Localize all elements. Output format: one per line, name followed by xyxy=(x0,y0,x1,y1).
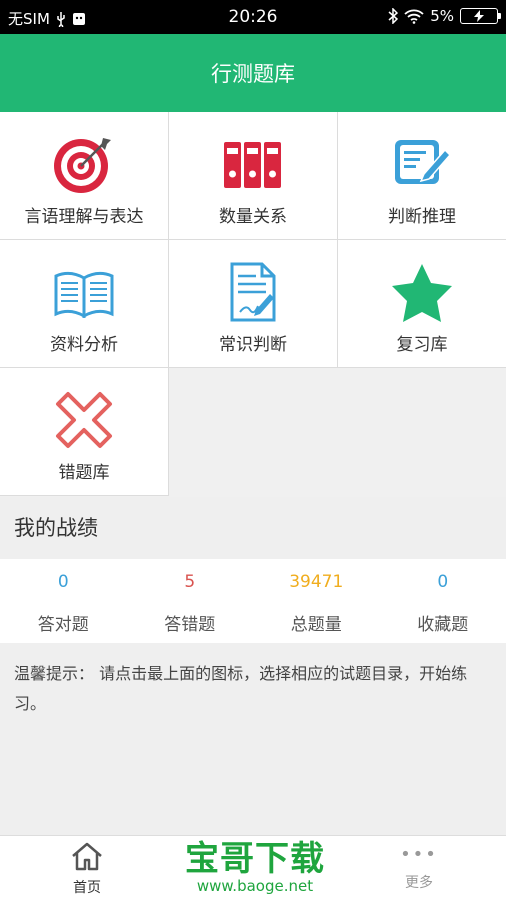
wifi-icon xyxy=(404,9,424,24)
stat-value: 39471 xyxy=(289,572,344,592)
category-changshi[interactable]: 常识判断 xyxy=(169,240,338,368)
document-pen-icon xyxy=(230,262,276,322)
status-bar: 无SIM 20:26 5% xyxy=(0,0,506,34)
x-mark-icon xyxy=(56,392,112,448)
category-ziliao[interactable]: 资料分析 xyxy=(0,240,169,368)
category-label: 判断推理 xyxy=(388,207,456,227)
tab-home-label: 首页 xyxy=(73,880,101,896)
watermark-brand: 宝哥下载 xyxy=(185,839,325,879)
category-label: 错题库 xyxy=(58,463,110,483)
stat-wrong[interactable]: 5 答错题 xyxy=(127,559,254,643)
open-book-icon xyxy=(54,271,114,318)
tip-text: 温馨提示： 请点击最上面的图标，选择相应的试题目录，开始练习。 xyxy=(0,643,506,835)
category-label: 数量关系 xyxy=(219,207,287,227)
category-fuxi[interactable]: 复习库 xyxy=(338,240,506,368)
watermark: 宝哥下载 www.baoge.net xyxy=(170,840,340,894)
more-icon: ••• xyxy=(400,844,438,865)
category-yanyu[interactable]: 言语理解与表达 xyxy=(0,112,169,240)
category-label: 常识判断 xyxy=(219,335,287,355)
binders-icon xyxy=(224,142,281,188)
stat-value: 0 xyxy=(437,572,449,592)
battery-icon xyxy=(460,8,501,24)
battery-percent: 5% xyxy=(430,7,454,25)
stat-label: 总题量 xyxy=(290,615,342,635)
category-shuliang[interactable]: 数量关系 xyxy=(169,112,338,240)
stat-total[interactable]: 39471 总题量 xyxy=(253,559,380,643)
stat-value: 0 xyxy=(57,572,69,592)
category-label: 资料分析 xyxy=(50,335,118,355)
home-icon xyxy=(72,842,102,871)
tab-more-label: 更多 xyxy=(405,875,433,891)
category-label: 言语理解与表达 xyxy=(24,207,144,227)
category-label: 复习库 xyxy=(396,335,448,355)
watermark-url: www.baoge.net xyxy=(196,877,314,895)
stat-correct[interactable]: 0 答对题 xyxy=(0,559,127,643)
bluetooth-icon xyxy=(388,8,399,24)
notepad-pencil-icon xyxy=(395,140,452,184)
stat-label: 收藏题 xyxy=(417,615,469,635)
app-header: 行测题库 xyxy=(0,34,506,112)
page-title: 行测题库 xyxy=(211,62,295,86)
stat-label: 答错题 xyxy=(164,615,216,635)
star-icon xyxy=(392,264,452,322)
tab-more[interactable]: ••• 更多 xyxy=(359,836,479,900)
stat-favorites[interactable]: 0 收藏题 xyxy=(380,559,506,643)
category-cuoti[interactable]: 错题库 xyxy=(0,368,169,496)
tab-home[interactable]: 首页 xyxy=(27,836,147,900)
record-stats: 0 答对题 5 答错题 39471 总题量 0 收藏题 xyxy=(0,559,506,643)
stat-value: 5 xyxy=(184,572,196,592)
record-section-title: 我的战绩 xyxy=(0,497,506,559)
target-icon xyxy=(54,138,111,193)
stat-label: 答对题 xyxy=(37,615,89,635)
category-panduan[interactable]: 判断推理 xyxy=(338,112,506,240)
